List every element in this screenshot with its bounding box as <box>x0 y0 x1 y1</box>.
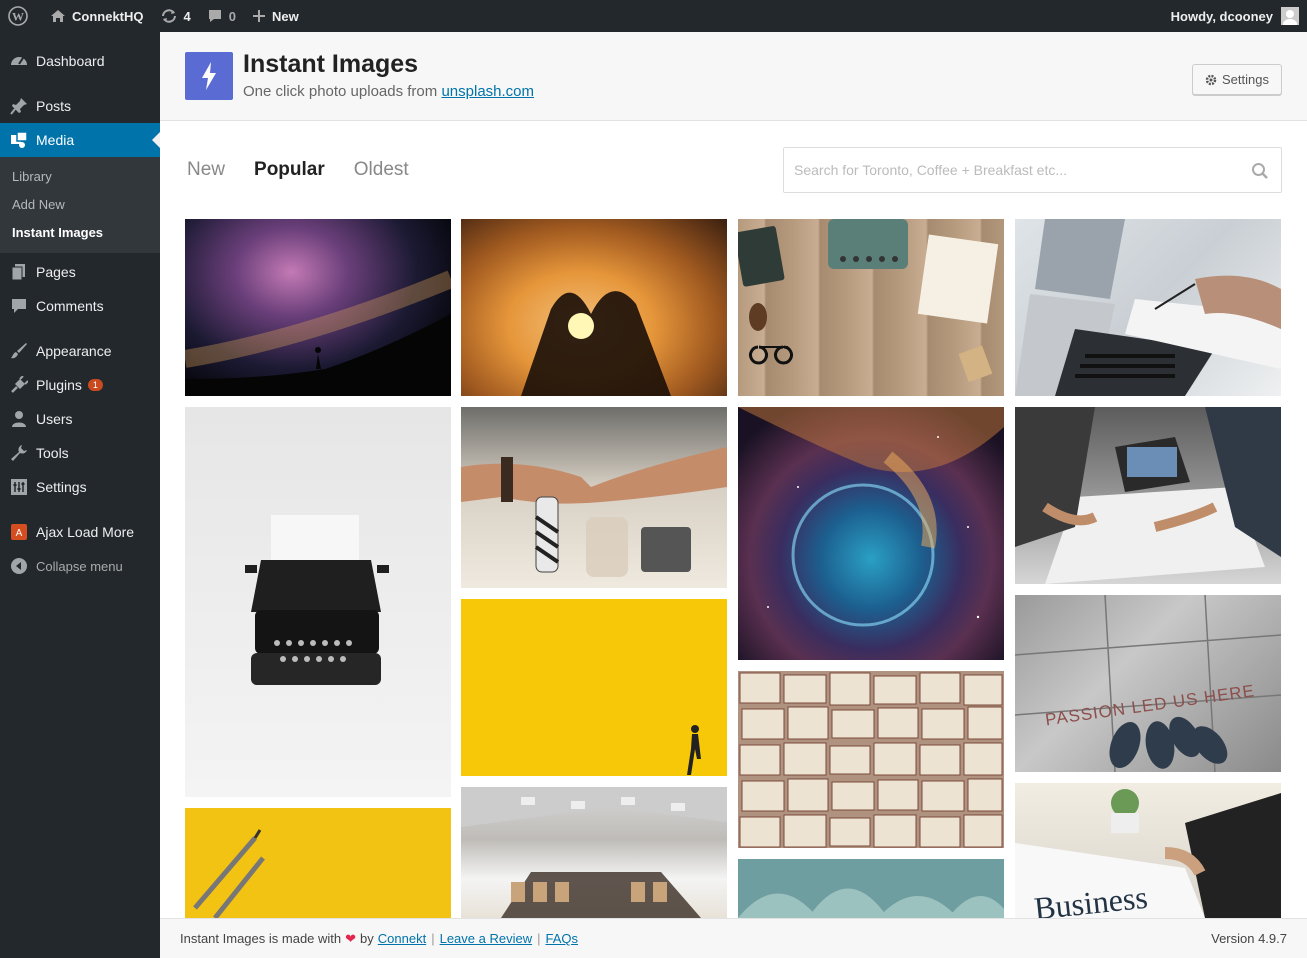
menu-item-ajax-load-more[interactable]: A Ajax Load More <box>0 515 160 549</box>
wordpress-version: Version 4.9.7 <box>1211 931 1287 946</box>
photo-fist-bump[interactable] <box>461 407 727 588</box>
wrench-icon <box>10 444 28 462</box>
svg-text:A: A <box>16 528 23 539</box>
user-account-menu[interactable]: Howdy, dcooney <box>1163 0 1307 32</box>
comments-icon <box>10 297 28 315</box>
updates-link[interactable]: 4 <box>152 0 199 32</box>
plug-icon <box>10 376 28 394</box>
plugin-footer: Instant Images is made with ❤ by Connekt… <box>160 918 1307 958</box>
menu-item-tools[interactable]: Tools <box>0 436 160 470</box>
connekt-link[interactable]: Connekt <box>378 931 426 946</box>
comment-icon <box>208 10 221 22</box>
instant-images-logo <box>185 52 233 100</box>
page-title: Instant Images <box>243 50 419 78</box>
menu-item-users[interactable]: Users <box>0 402 160 436</box>
menu-item-posts[interactable]: Posts <box>0 89 160 123</box>
dashboard-icon <box>10 52 28 70</box>
photo-milky-way[interactable] <box>185 219 451 396</box>
plus-icon <box>252 10 265 22</box>
search-icon[interactable] <box>1251 162 1269 180</box>
pages-icon <box>10 263 28 281</box>
photo-heart-hands[interactable] <box>461 219 727 396</box>
photo-business-newspaper[interactable]: Business <box>1015 783 1281 918</box>
photo-pencils-yellow[interactable] <box>185 808 451 918</box>
photo-passion-led-us-here[interactable]: PASSION LED US HERE <box>1015 595 1281 772</box>
svg-text:PASSION LED US HERE: PASSION LED US HERE <box>1044 681 1256 729</box>
unsplash-link[interactable]: unsplash.com <box>441 83 534 100</box>
faqs-link[interactable]: FAQs <box>545 931 578 946</box>
plugin-header: Instant Images One click photo uploads f… <box>160 32 1307 121</box>
submenu-instant-images[interactable]: Instant Images <box>0 219 160 247</box>
photo-succulent[interactable] <box>738 859 1004 918</box>
paintbrush-icon <box>10 342 28 360</box>
updates-icon <box>161 9 176 23</box>
menu-item-dashboard[interactable]: Dashboard <box>0 44 160 78</box>
ajax-load-more-logo-icon: A <box>10 523 28 541</box>
sort-tabs: New Popular Oldest <box>187 159 438 181</box>
settings-sliders-icon <box>10 478 28 496</box>
menu-item-media[interactable]: Media <box>0 123 160 157</box>
settings-button[interactable]: Settings <box>1192 64 1282 95</box>
photo-conference-room[interactable] <box>461 787 727 918</box>
tab-new[interactable]: New <box>187 159 225 181</box>
plugins-update-badge: 1 <box>87 379 103 391</box>
gear-icon <box>1205 74 1217 85</box>
admin-bar: W ConnektHQ 4 0 New Howdy, dcooney <box>0 0 1307 32</box>
menu-item-plugins[interactable]: Plugins 1 <box>0 368 160 402</box>
photo-team-laptop[interactable] <box>1015 407 1281 584</box>
submenu-library[interactable]: Library <box>0 163 160 191</box>
photo-laptop-notes[interactable] <box>1015 219 1281 396</box>
avatar <box>1281 7 1299 25</box>
photo-yellow-wall[interactable] <box>461 599 727 776</box>
photo-typewriter-white[interactable] <box>185 407 451 797</box>
submenu-add-new[interactable]: Add New <box>0 191 160 219</box>
menu-item-comments[interactable]: Comments <box>0 289 160 323</box>
photo-bubble-nebula[interactable] <box>738 407 1004 660</box>
collapse-menu-button[interactable]: Collapse menu <box>0 549 160 583</box>
new-content-link[interactable]: New <box>244 0 307 32</box>
menu-item-appearance[interactable]: Appearance <box>0 334 160 368</box>
tab-oldest[interactable]: Oldest <box>354 159 409 181</box>
pin-icon <box>10 97 28 115</box>
user-icon <box>10 410 28 428</box>
svg-text:W: W <box>12 10 24 24</box>
search-box <box>783 147 1282 193</box>
page-subtitle: One click photo uploads from unsplash.co… <box>243 83 535 100</box>
admin-sidebar: Dashboard Posts Media Library Add New In… <box>0 32 160 958</box>
site-name-link[interactable]: ConnektHQ <box>42 0 152 32</box>
photo-browser: New Popular Oldest Search for Toronto, C… <box>160 121 1307 918</box>
home-icon <box>51 10 65 22</box>
menu-item-settings[interactable]: Settings <box>0 470 160 504</box>
comments-link[interactable]: 0 <box>199 0 244 32</box>
lightning-bolt-icon <box>202 62 216 90</box>
collapse-arrow-icon <box>10 557 28 575</box>
menu-item-pages[interactable]: Pages <box>0 255 160 289</box>
wordpress-logo-icon[interactable]: W <box>0 0 42 32</box>
photo-typewriter-wood[interactable] <box>738 219 1004 396</box>
heart-icon: ❤ <box>345 930 357 946</box>
tab-popular[interactable]: Popular <box>254 159 325 181</box>
media-icon <box>10 131 28 149</box>
leave-review-link[interactable]: Leave a Review <box>440 931 533 946</box>
media-submenu: Library Add New Instant Images <box>0 157 160 253</box>
photo-open-books[interactable] <box>738 671 1004 848</box>
search-input[interactable] <box>784 148 1281 192</box>
